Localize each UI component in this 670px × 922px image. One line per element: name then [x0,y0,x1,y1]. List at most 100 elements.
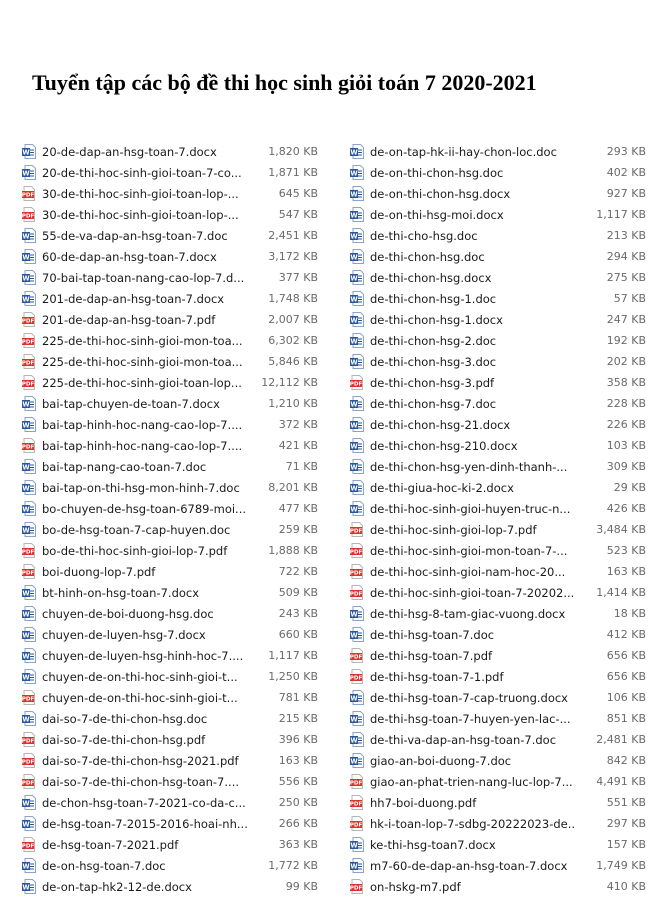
file-row[interactable]: Wde-thi-chon-hsg-1.doc 57 KB [350,288,646,309]
file-name[interactable]: de-thi-chon-hsg.docx [370,271,576,285]
file-row[interactable]: PDF 225-de-thi-hoc-sinh-gioi-mon-toa... 6,… [22,330,318,351]
file-name[interactable]: de-thi-hoc-sinh-gioi-nam-hoc-20... [370,565,576,579]
file-name[interactable]: 55-de-va-dap-an-hsg-toan-7.doc [42,229,248,243]
file-row[interactable]: PDF on-hskg-m7.pdf 410 KB [350,876,646,897]
file-name[interactable]: 30-de-thi-hoc-sinh-gioi-toan-lop-... [42,208,248,222]
file-name[interactable]: ke-thi-hsg-toan7.docx [370,838,576,852]
file-row[interactable]: PDF bai-tap-hinh-hoc-nang-cao-lop-7.... 42… [22,435,318,456]
file-row[interactable]: PDF de-thi-hoc-sinh-gioi-lop-7.pdf 3,484 K… [350,519,646,540]
file-row[interactable]: PDF 225-de-thi-hoc-sinh-gioi-toan-lop... 1… [22,372,318,393]
file-name[interactable]: de-on-tap-hk-ii-hay-chon-loc.doc [370,145,576,159]
file-name[interactable]: bai-tap-chuyen-de-toan-7.docx [42,397,248,411]
file-row[interactable]: Wke-thi-hsg-toan7.docx 157 KB [350,834,646,855]
file-name[interactable]: de-thi-hsg-toan-7.pdf [370,649,576,663]
file-name[interactable]: hh7-boi-duong.pdf [370,796,576,810]
file-row[interactable]: PDF dai-so-7-de-thi-chon-hsg-2021.pdf 163 … [22,750,318,771]
file-name[interactable]: hk-i-toan-lop-7-sdbg-20222023-de... [370,817,576,831]
file-name[interactable]: de-thi-chon-hsg-7.doc [370,397,576,411]
file-name[interactable]: de-on-tap-hk2-12-de.docx [42,880,248,894]
file-name[interactable]: 60-de-dap-an-hsg-toan-7.docx [42,250,248,264]
file-row[interactable]: PDF chuyen-de-on-thi-hoc-sinh-gioi-t... 78… [22,687,318,708]
file-row[interactable]: Wde-thi-chon-hsg-2.doc 192 KB [350,330,646,351]
file-name[interactable]: 201-de-dap-an-hsg-toan-7.pdf [42,313,248,327]
file-name[interactable]: bai-tap-hinh-hoc-nang-cao-lop-7.... [42,418,248,432]
file-name[interactable]: de-thi-hoc-sinh-gioi-lop-7.pdf [370,523,576,537]
file-name[interactable]: de-thi-chon-hsg-210.docx [370,439,576,453]
file-name[interactable]: de-thi-giua-hoc-ki-2.docx [370,481,576,495]
file-name[interactable]: m7-60-de-dap-an-hsg-toan-7.docx [370,859,576,873]
file-name[interactable]: de-thi-cho-hsg.doc [370,229,576,243]
file-row[interactable]: Wde-on-tap-hk2-12-de.docx 99 KB [22,876,318,897]
file-row[interactable]: Wdai-so-7-de-thi-chon-hsg.doc 215 KB [22,708,318,729]
file-row[interactable]: Wde-thi-hsg-toan-7-huyen-yen-lac-... 851 … [350,708,646,729]
file-name[interactable]: de-thi-hsg-toan-7.doc [370,628,576,642]
file-row[interactable]: Wde-thi-chon-hsg-3.doc 202 KB [350,351,646,372]
file-row[interactable]: Wchuyen-de-luyen-hsg-hinh-hoc-7.... 1,117… [22,645,318,666]
file-name[interactable]: 30-de-thi-hoc-sinh-gioi-toan-lop-... [42,187,248,201]
file-name[interactable]: de-thi-chon-hsg-1.doc [370,292,576,306]
file-row[interactable]: PDF de-thi-chon-hsg-3.pdf 358 KB [350,372,646,393]
file-row[interactable]: Wchuyen-de-luyen-hsg-7.docx 660 KB [22,624,318,645]
file-name[interactable]: 70-bai-tap-toan-nang-cao-lop-7.d... [42,271,248,285]
file-row[interactable]: PDF boi-duong-lop-7.pdf 722 KB [22,561,318,582]
file-row[interactable]: Wde-thi-chon-hsg-1.docx 247 KB [350,309,646,330]
file-name[interactable]: de-thi-hoc-sinh-gioi-toan-7-20202... [370,586,576,600]
file-name[interactable]: chuyen-de-boi-duong-hsg.doc [42,607,248,621]
file-row[interactable]: Wbai-tap-hinh-hoc-nang-cao-lop-7.... 372 … [22,414,318,435]
file-row[interactable]: PDF de-hsg-toan-7-2021.pdf 363 KB [22,834,318,855]
file-name[interactable]: 225-de-thi-hoc-sinh-gioi-mon-toa... [42,355,248,369]
file-name[interactable]: boi-duong-lop-7.pdf [42,565,248,579]
file-row[interactable]: Wbai-tap-on-thi-hsg-mon-hinh-7.doc 8,201 … [22,477,318,498]
file-name[interactable]: de-hsg-toan-7-2021.pdf [42,838,248,852]
file-row[interactable]: PDF bo-de-thi-hoc-sinh-gioi-lop-7.pdf 1,88… [22,540,318,561]
file-row[interactable]: Wde-thi-chon-hsg-7.doc 228 KB [350,393,646,414]
file-row[interactable]: Wbt-hinh-on-hsg-toan-7.docx 509 KB [22,582,318,603]
file-row[interactable]: Wbai-tap-nang-cao-toan-7.doc 71 KB [22,456,318,477]
file-name[interactable]: de-on-hsg-toan-7.doc [42,859,248,873]
file-name[interactable]: de-on-thi-chon-hsg.docx [370,187,576,201]
file-row[interactable]: PDF 30-de-thi-hoc-sinh-gioi-toan-lop-... 5… [22,204,318,225]
file-name[interactable]: de-thi-hsg-toan-7-cap-truong.docx [370,691,576,705]
file-name[interactable]: bo-de-hsg-toan-7-cap-huyen.doc [42,523,248,537]
file-row[interactable]: PDF dai-so-7-de-thi-chon-hsg-toan-7.... 55… [22,771,318,792]
file-name[interactable]: de-thi-hsg-8-tam-giac-vuong.docx [370,607,576,621]
file-name[interactable]: de-thi-hoc-sinh-gioi-huyen-truc-n... [370,502,576,516]
file-row[interactable]: PDF de-thi-hsg-toan-7.pdf 656 KB [350,645,646,666]
file-name[interactable]: bo-de-thi-hoc-sinh-gioi-lop-7.pdf [42,544,248,558]
file-row[interactable]: W 20-de-dap-an-hsg-toan-7.docx 1,820 KB [22,141,318,162]
file-row[interactable]: Wde-on-thi-chon-hsg.docx 927 KB [350,183,646,204]
file-name[interactable]: chuyen-de-luyen-hsg-7.docx [42,628,248,642]
file-row[interactable]: W 20-de-thi-hoc-sinh-gioi-toan-7-co... 1,8… [22,162,318,183]
file-row[interactable]: Wde-thi-hsg-toan-7.doc 412 KB [350,624,646,645]
file-row[interactable]: Wde-thi-hsg-toan-7-cap-truong.docx 106 KB [350,687,646,708]
file-row[interactable]: Wde-on-tap-hk-ii-hay-chon-loc.doc 293 KB [350,141,646,162]
file-row[interactable]: PDF de-thi-hoc-sinh-gioi-nam-hoc-20... 163… [350,561,646,582]
file-row[interactable]: W 60-de-dap-an-hsg-toan-7.docx 3,172 KB [22,246,318,267]
file-name[interactable]: on-hskg-m7.pdf [370,880,576,894]
file-name[interactable]: chuyen-de-luyen-hsg-hinh-hoc-7.... [42,649,248,663]
file-name[interactable]: giao-an-boi-duong-7.doc [370,754,576,768]
file-row[interactable]: Wbo-chuyen-de-hsg-toan-6789-moi... 477 KB [22,498,318,519]
file-name[interactable]: de-hsg-toan-7-2015-2016-hoai-nh... [42,817,248,831]
file-row[interactable]: Wbai-tap-chuyen-de-toan-7.docx 1,210 KB [22,393,318,414]
file-row[interactable]: Wde-thi-giua-hoc-ki-2.docx 29 KB [350,477,646,498]
file-name[interactable]: bai-tap-on-thi-hsg-mon-hinh-7.doc [42,481,248,495]
file-row[interactable]: Wde-on-thi-chon-hsg.doc 402 KB [350,162,646,183]
file-name[interactable]: dai-so-7-de-thi-chon-hsg.pdf [42,733,248,747]
file-name[interactable]: de-thi-chon-hsg-21.docx [370,418,576,432]
file-name[interactable]: de-thi-hsg-toan-7-huyen-yen-lac-... [370,712,576,726]
file-name[interactable]: de-thi-chon-hsg-3.pdf [370,376,576,390]
file-row[interactable]: PDF giao-an-phat-trien-nang-luc-lop-7... 4… [350,771,646,792]
file-name[interactable]: dai-so-7-de-thi-chon-hsg.doc [42,712,248,726]
file-row[interactable]: PDF dai-so-7-de-thi-chon-hsg.pdf 396 KB [22,729,318,750]
file-name[interactable]: de-thi-chon-hsg.doc [370,250,576,264]
file-row[interactable]: PDF 225-de-thi-hoc-sinh-gioi-mon-toa... 5,… [22,351,318,372]
file-row[interactable]: Wde-on-thi-hsg-moi.docx 1,117 KB [350,204,646,225]
file-row[interactable]: Wbo-de-hsg-toan-7-cap-huyen.doc 259 KB [22,519,318,540]
file-row[interactable]: PDF de-thi-hsg-toan-7-1.pdf 656 KB [350,666,646,687]
file-name[interactable]: chuyen-de-on-thi-hoc-sinh-gioi-t... [42,670,248,684]
file-row[interactable]: PDF 30-de-thi-hoc-sinh-gioi-toan-lop-... 6… [22,183,318,204]
file-row[interactable]: W 70-bai-tap-toan-nang-cao-lop-7.d... 377 … [22,267,318,288]
file-name[interactable]: chuyen-de-on-thi-hoc-sinh-gioi-t... [42,691,248,705]
file-name[interactable]: de-thi-chon-hsg-2.doc [370,334,576,348]
